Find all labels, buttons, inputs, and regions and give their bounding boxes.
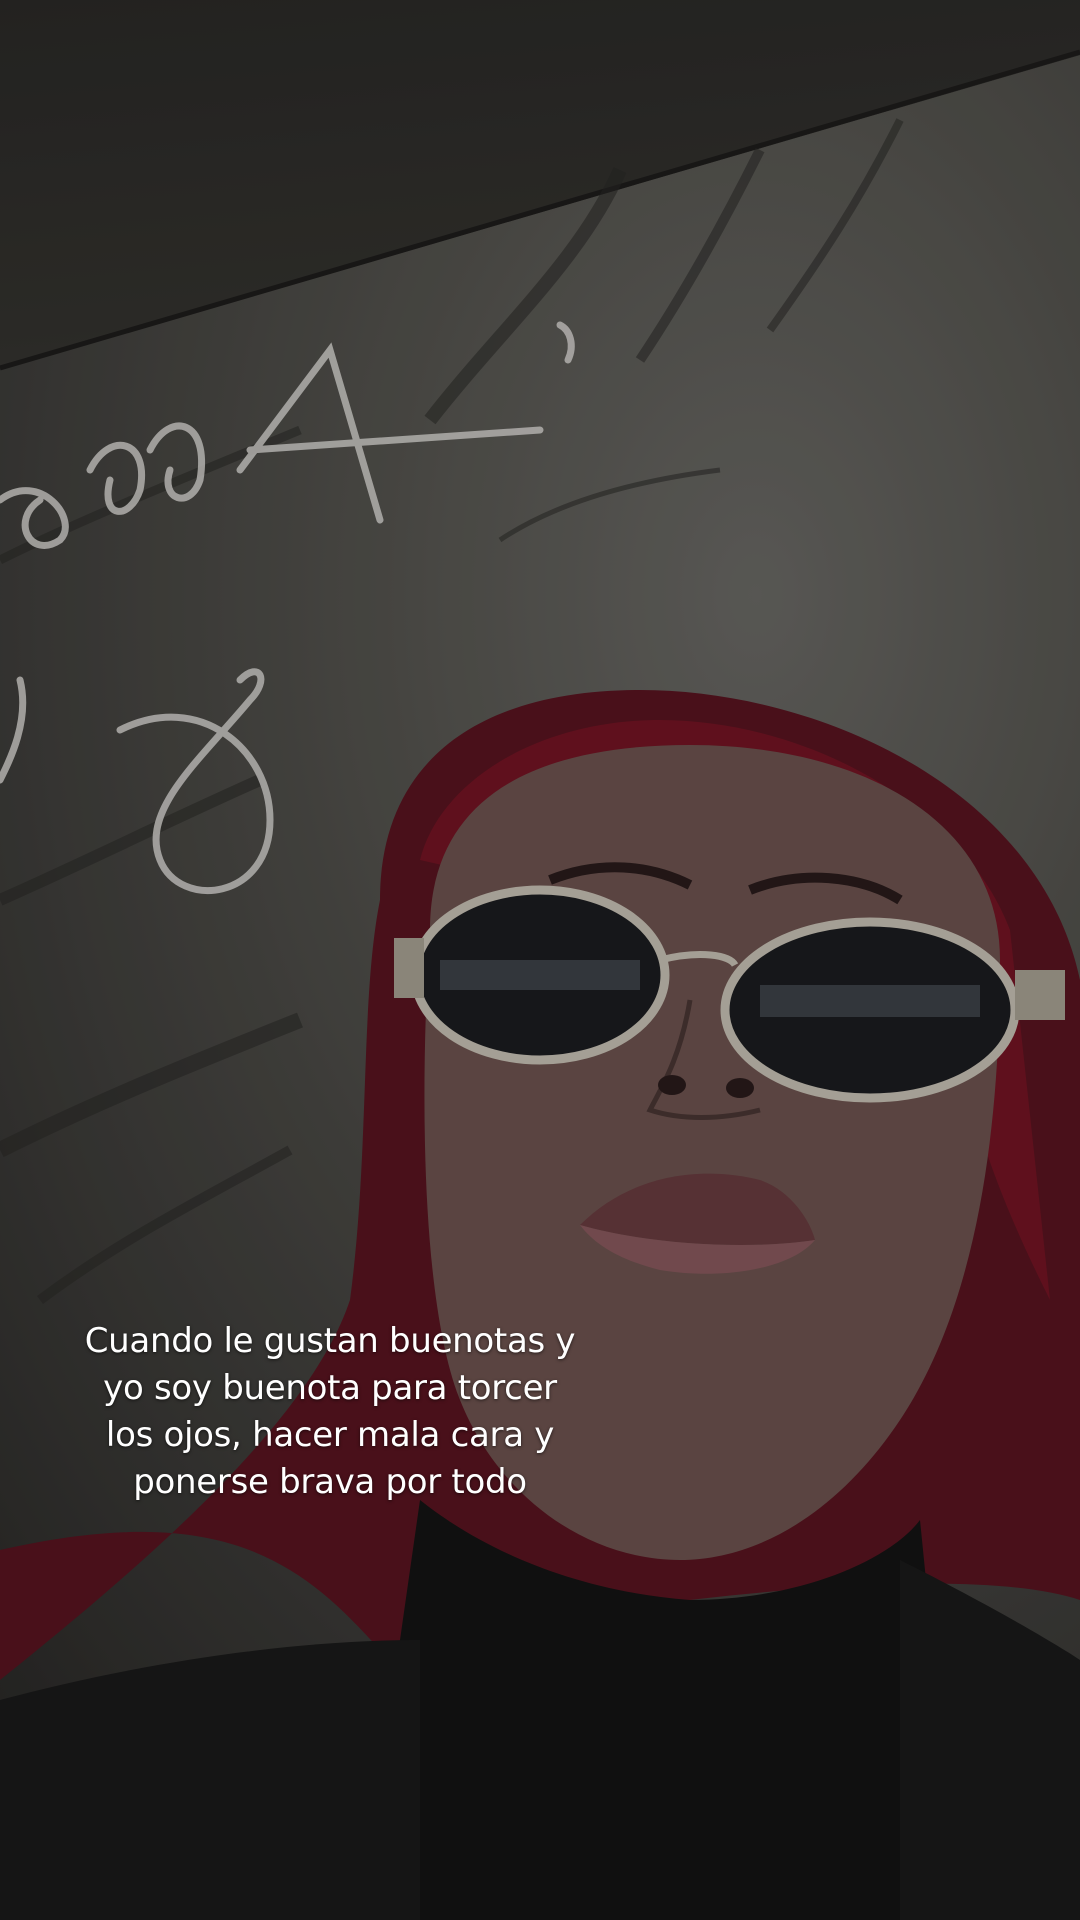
caption-text: Cuando le gustan buenotas y yo soy bueno… <box>84 1321 576 1502</box>
person-portrait <box>0 690 1080 1920</box>
video-frame[interactable]: Cuando le gustan buenotas y yo soy bueno… <box>0 0 1080 1920</box>
